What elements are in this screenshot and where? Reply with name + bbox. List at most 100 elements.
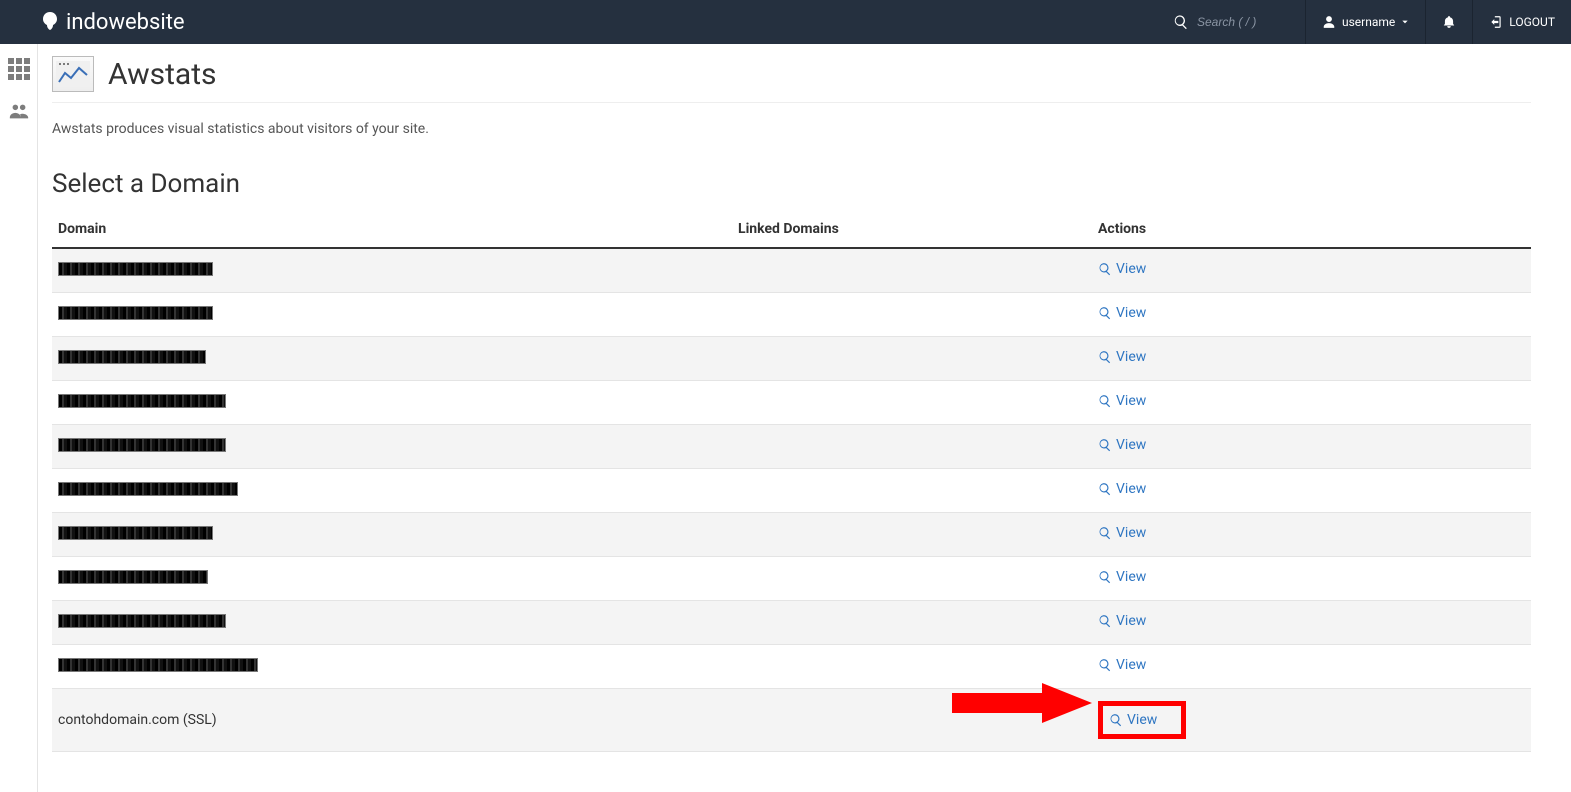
users-icon[interactable] <box>8 100 30 126</box>
view-link[interactable]: View <box>1098 481 1146 497</box>
view-link[interactable]: View <box>1098 613 1146 629</box>
linked-domains-cell <box>732 337 1092 381</box>
logout-label: LOGOUT <box>1509 15 1555 29</box>
top-bar: indowebsite username LOGOUT <box>0 0 1571 44</box>
view-label: View <box>1116 525 1146 541</box>
table-row: View <box>52 645 1531 689</box>
table-row: View <box>52 381 1531 425</box>
redacted-domain <box>58 438 226 452</box>
view-label: View <box>1127 712 1157 728</box>
linked-domains-cell <box>732 557 1092 601</box>
redacted-domain <box>58 614 226 628</box>
caret-down-icon <box>1401 18 1409 26</box>
redacted-domain <box>58 306 213 320</box>
view-link[interactable]: View <box>1098 305 1146 321</box>
table-row: View <box>52 248 1531 293</box>
actions-cell: View <box>1092 337 1531 381</box>
table-row: View <box>52 337 1531 381</box>
logout-button[interactable]: LOGOUT <box>1472 0 1571 44</box>
linked-domains-cell <box>732 645 1092 689</box>
linked-domains-cell <box>732 293 1092 337</box>
table-row: View <box>52 293 1531 337</box>
domain-cell <box>52 645 732 689</box>
apps-grid-icon[interactable] <box>8 58 30 80</box>
view-label: View <box>1116 305 1146 321</box>
page-header: Awstats <box>52 56 1531 103</box>
linked-domains-cell <box>732 425 1092 469</box>
page-description: Awstats produces visual statistics about… <box>52 121 1531 137</box>
table-row: View <box>52 469 1531 513</box>
redacted-domain <box>58 262 213 276</box>
actions-cell: View <box>1092 293 1531 337</box>
domains-table: Domain Linked Domains Actions View View Vi… <box>52 211 1531 752</box>
actions-cell: View <box>1092 381 1531 425</box>
actions-cell: View <box>1092 645 1531 689</box>
view-link[interactable]: View <box>1098 261 1146 277</box>
domain-cell <box>52 248 732 293</box>
view-label: View <box>1116 437 1146 453</box>
view-label: View <box>1116 393 1146 409</box>
view-label: View <box>1116 613 1146 629</box>
view-label: View <box>1116 349 1146 365</box>
search-input[interactable] <box>1197 15 1297 29</box>
highlight-box-annotation: View <box>1098 701 1186 739</box>
table-row: View <box>52 601 1531 645</box>
awstats-icon <box>52 56 94 92</box>
user-menu[interactable]: username <box>1305 0 1425 44</box>
linked-domains-cell <box>732 469 1092 513</box>
table-row: View <box>52 557 1531 601</box>
search-icon <box>1173 14 1189 30</box>
linked-domains-cell <box>732 381 1092 425</box>
view-label: View <box>1116 261 1146 277</box>
bell-icon <box>1442 15 1456 29</box>
domain-cell <box>52 557 732 601</box>
redacted-domain <box>58 526 213 540</box>
table-row: contohdomain.com (SSL) View <box>52 689 1531 752</box>
view-label: View <box>1116 657 1146 673</box>
view-label: View <box>1116 569 1146 585</box>
brand-name: indowebsite <box>66 10 185 35</box>
domain-cell <box>52 337 732 381</box>
actions-cell: View <box>1092 689 1531 752</box>
domain-cell <box>52 513 732 557</box>
table-row: View <box>52 425 1531 469</box>
redacted-domain <box>58 570 208 584</box>
view-label: View <box>1116 481 1146 497</box>
col-linked-header[interactable]: Linked Domains <box>732 211 1092 248</box>
notifications-button[interactable] <box>1425 0 1472 44</box>
logout-icon <box>1489 15 1503 29</box>
username-label: username <box>1342 15 1395 29</box>
table-row: View <box>52 513 1531 557</box>
actions-cell: View <box>1092 601 1531 645</box>
view-link[interactable]: View <box>1098 393 1146 409</box>
col-actions-header: Actions <box>1092 211 1531 248</box>
view-link[interactable]: View <box>1098 349 1146 365</box>
redacted-domain <box>58 394 226 408</box>
actions-cell: View <box>1092 557 1531 601</box>
domain-cell <box>52 469 732 513</box>
view-link[interactable]: View <box>1109 712 1157 728</box>
col-domain-header[interactable]: Domain <box>52 211 732 248</box>
view-link[interactable]: View <box>1098 437 1146 453</box>
redacted-domain <box>58 658 258 672</box>
main-content: Awstats Awstats produces visual statisti… <box>38 44 1571 792</box>
section-title: Select a Domain <box>52 169 1531 199</box>
brand-logo[interactable]: indowebsite <box>0 10 185 35</box>
domain-cell <box>52 601 732 645</box>
redacted-domain <box>58 350 206 364</box>
domain-cell <box>52 381 732 425</box>
domain-cell <box>52 425 732 469</box>
domain-cell: contohdomain.com (SSL) <box>52 689 732 752</box>
linked-domains-cell <box>732 689 1092 752</box>
linked-domains-cell <box>732 248 1092 293</box>
logo-icon <box>38 10 62 34</box>
view-link[interactable]: View <box>1098 657 1146 673</box>
view-link[interactable]: View <box>1098 525 1146 541</box>
domain-cell <box>52 293 732 337</box>
actions-cell: View <box>1092 425 1531 469</box>
linked-domains-cell <box>732 513 1092 557</box>
left-rail <box>0 44 38 792</box>
actions-cell: View <box>1092 469 1531 513</box>
search-area <box>1165 0 1305 44</box>
view-link[interactable]: View <box>1098 569 1146 585</box>
